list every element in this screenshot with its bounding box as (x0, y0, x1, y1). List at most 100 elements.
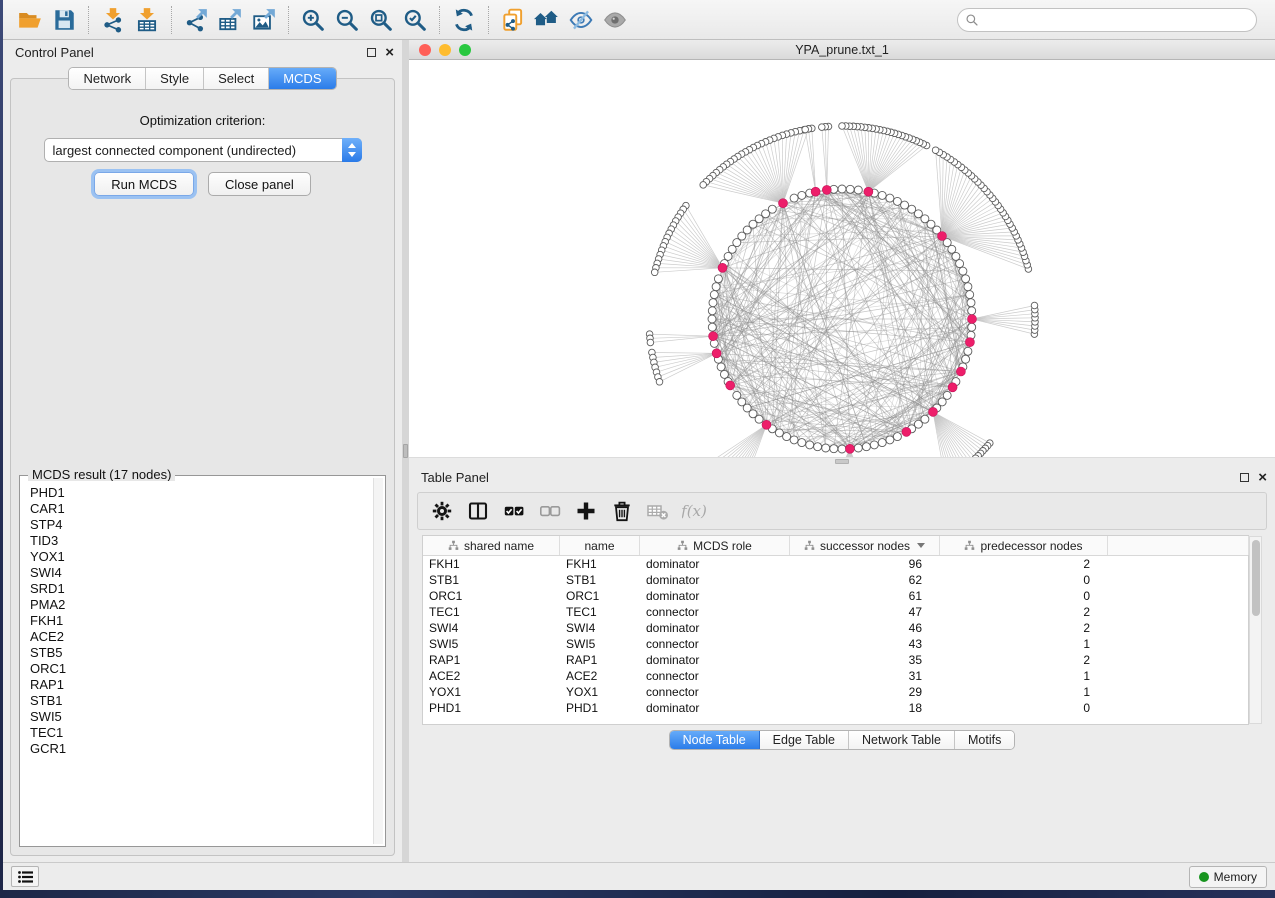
table-cell[interactable]: RAP1 (560, 652, 640, 668)
table-cell[interactable]: 2 (940, 620, 1108, 636)
float-panel-icon[interactable] (367, 48, 376, 57)
table-cell[interactable] (1108, 588, 1249, 604)
network-view[interactable]: .cl{stroke:#b9b9b9;stroke-width:.6;opaci… (409, 60, 1275, 457)
select-all-button[interactable] (498, 496, 530, 526)
tab-node-table[interactable]: Node Table (670, 731, 760, 749)
mcds-result-item[interactable]: GCR1 (30, 741, 364, 757)
table-cell[interactable]: 96 (790, 556, 940, 572)
table-cell[interactable]: 43 (790, 636, 940, 652)
table-cell[interactable]: 0 (940, 588, 1108, 604)
table-cell[interactable]: 18 (790, 700, 940, 716)
table-cell[interactable]: 47 (790, 604, 940, 620)
table-cell[interactable]: dominator (640, 588, 790, 604)
table-row[interactable]: PHD1PHD1dominator180 (423, 700, 1248, 716)
table-cell[interactable]: 2 (940, 556, 1108, 572)
table-cell[interactable]: SWI4 (423, 620, 560, 636)
column-header-shared-name[interactable]: shared name (423, 536, 560, 555)
column-header-name[interactable]: name (560, 536, 640, 555)
column-header-successor-nodes[interactable]: successor nodes (790, 536, 940, 555)
table-cell[interactable]: connector (640, 636, 790, 652)
first-neighbors-button[interactable] (530, 5, 564, 35)
table-scrollbar[interactable] (1249, 536, 1262, 724)
tab-network[interactable]: Network (69, 68, 146, 89)
table-cell[interactable] (1108, 604, 1249, 620)
mcds-list-scrollbar[interactable] (373, 478, 383, 844)
show-all-button[interactable] (598, 5, 632, 35)
export-image-button[interactable] (247, 5, 281, 35)
table-cell[interactable]: YOX1 (423, 684, 560, 700)
network-graph[interactable]: .cl{stroke:#b9b9b9;stroke-width:.6;opaci… (409, 60, 1275, 457)
mcds-result-item[interactable]: STB5 (30, 645, 364, 661)
table-row[interactable]: SWI5SWI5connector431 (423, 636, 1248, 652)
import-network-button[interactable] (96, 5, 130, 35)
tab-motifs[interactable]: Motifs (955, 731, 1014, 749)
table-cell[interactable]: 61 (790, 588, 940, 604)
column-header-MCDS-role[interactable]: MCDS role (640, 536, 790, 555)
zoom-in-button[interactable] (296, 5, 330, 35)
table-cell[interactable]: 46 (790, 620, 940, 636)
table-cell[interactable]: dominator (640, 556, 790, 572)
vertical-splitter[interactable] (402, 40, 409, 862)
table-row[interactable]: STB1STB1dominator620 (423, 572, 1248, 588)
delete-columns-button[interactable] (606, 496, 638, 526)
mcds-result-item[interactable]: YOX1 (30, 549, 364, 565)
table-row[interactable]: YOX1YOX1connector291 (423, 684, 1248, 700)
float-panel-icon[interactable] (1240, 473, 1249, 482)
splitter-grip[interactable] (403, 444, 408, 458)
table-cell[interactable]: STB1 (423, 572, 560, 588)
toggle-panel-layout-button[interactable] (462, 496, 494, 526)
table-cell[interactable] (1108, 652, 1249, 668)
scrollbar-thumb[interactable] (1252, 540, 1260, 616)
table-cell[interactable]: ORC1 (560, 588, 640, 604)
table-cell[interactable]: SWI4 (560, 620, 640, 636)
splitter-grip[interactable] (835, 459, 849, 464)
hide-selected-button[interactable] (564, 5, 598, 35)
table-cell[interactable] (1108, 668, 1249, 684)
table-cell[interactable]: FKH1 (423, 556, 560, 572)
table-row[interactable]: TEC1TEC1connector472 (423, 604, 1248, 620)
tab-network-table[interactable]: Network Table (849, 731, 955, 749)
column-header-predecessor-nodes[interactable]: predecessor nodes (940, 536, 1108, 555)
table-row[interactable]: RAP1RAP1dominator352 (423, 652, 1248, 668)
table-cell[interactable]: 29 (790, 684, 940, 700)
mcds-result-item[interactable]: FKH1 (30, 613, 364, 629)
table-cell[interactable]: connector (640, 604, 790, 620)
close-panel-button[interactable]: Close panel (208, 172, 311, 196)
horizontal-splitter[interactable] (409, 457, 1275, 465)
table-cell[interactable]: PHD1 (560, 700, 640, 716)
mcds-result-item[interactable]: PHD1 (30, 485, 364, 501)
run-mcds-button[interactable]: Run MCDS (94, 172, 194, 196)
refresh-button[interactable] (447, 5, 481, 35)
table-cell[interactable]: 2 (940, 604, 1108, 620)
close-panel-icon[interactable]: × (1258, 472, 1267, 484)
mcds-result-item[interactable]: RAP1 (30, 677, 364, 693)
export-table-button[interactable] (213, 5, 247, 35)
table-cell[interactable] (1108, 636, 1249, 652)
deselect-all-button[interactable] (534, 496, 566, 526)
table-cell[interactable]: 1 (940, 668, 1108, 684)
table-cell[interactable]: YOX1 (560, 684, 640, 700)
table-cell[interactable]: STB1 (560, 572, 640, 588)
zoom-fit-button[interactable] (364, 5, 398, 35)
add-column-button[interactable] (570, 496, 602, 526)
table-cell[interactable]: 35 (790, 652, 940, 668)
mcds-result-item[interactable]: STB1 (30, 693, 364, 709)
table-cell[interactable] (1108, 572, 1249, 588)
table-cell[interactable]: TEC1 (560, 604, 640, 620)
mcds-result-item[interactable]: SWI4 (30, 565, 364, 581)
table-cell[interactable]: ACE2 (560, 668, 640, 684)
mcds-result-item[interactable]: TEC1 (30, 725, 364, 741)
zoom-out-button[interactable] (330, 5, 364, 35)
mcds-result-item[interactable]: SWI5 (30, 709, 364, 725)
table-row[interactable]: SWI4SWI4dominator462 (423, 620, 1248, 636)
table-cell[interactable] (1108, 620, 1249, 636)
close-panel-icon[interactable]: × (385, 47, 394, 59)
table-row[interactable]: ORC1ORC1dominator610 (423, 588, 1248, 604)
search-input[interactable] (957, 8, 1257, 32)
table-cell[interactable]: 1 (940, 684, 1108, 700)
table-cell[interactable]: connector (640, 684, 790, 700)
table-cell[interactable] (1108, 684, 1249, 700)
mcds-result-item[interactable]: STP4 (30, 517, 364, 533)
table-cell[interactable]: connector (640, 668, 790, 684)
mcds-result-item[interactable]: PMA2 (30, 597, 364, 613)
